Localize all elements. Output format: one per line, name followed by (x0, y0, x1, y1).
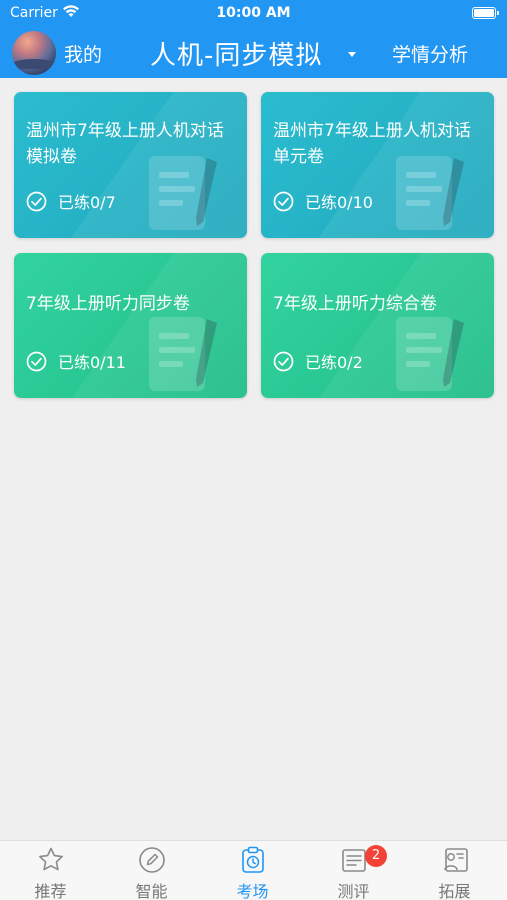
check-circle-icon (273, 191, 294, 211)
tab-label: 智能 (135, 882, 168, 900)
tab-smart[interactable]: 智能 (101, 841, 202, 900)
check-circle-icon (26, 351, 47, 371)
person-board-icon (444, 848, 468, 872)
tab-bar: 推荐 智能 考场 2 测评 拓展 (0, 840, 507, 900)
analysis-button[interactable]: 学情分析 (392, 40, 468, 67)
card-title: 温州市7年级上册人机对话单元卷 (273, 121, 471, 167)
tab-exam[interactable]: 考场 (202, 841, 303, 900)
card-title: 7年级上册听力综合卷 (273, 294, 437, 314)
check-circle-icon (273, 351, 294, 371)
card-title: 温州市7年级上册人机对话模拟卷 (26, 121, 224, 167)
tab-recommend[interactable]: 推荐 (0, 841, 101, 900)
document-list-icon (342, 849, 366, 872)
progress-label: 已练0/10 (305, 193, 373, 212)
card-progress: 已练0/2 (273, 349, 363, 373)
page-title[interactable]: 人机-同步模拟 (150, 35, 322, 72)
status-bar: Carrier 10:00 AM (0, 0, 507, 28)
card-progress: 已练0/11 (26, 349, 126, 373)
tab-label: 考场 (236, 882, 269, 900)
top-bar: Carrier 10:00 AM 我的 人机-同步模拟 学情分析 (0, 0, 507, 78)
notification-badge: 2 (365, 845, 387, 867)
check-circle-icon (26, 191, 47, 211)
avatar[interactable] (12, 31, 56, 75)
progress-label: 已练0/7 (58, 193, 116, 212)
card-progress: 已练0/10 (273, 189, 373, 213)
exam-card[interactable]: 7年级上册听力同步卷 已练0/11 (14, 253, 247, 398)
paper-pencil-icon (149, 317, 217, 391)
tab-label: 测评 (337, 882, 370, 900)
card-title: 7年级上册听力同步卷 (26, 294, 190, 314)
tab-extend[interactable]: 拓展 (404, 841, 505, 900)
card-progress: 已练0/7 (26, 189, 116, 213)
mine-button[interactable]: 我的 (64, 40, 102, 67)
nav-bar: 我的 人机-同步模拟 学情分析 (0, 28, 507, 78)
battery-icon (472, 7, 499, 19)
exam-card[interactable]: 7年级上册听力综合卷 已练0/2 (261, 253, 494, 398)
pencil-circle-icon (139, 847, 165, 873)
tab-label: 拓展 (438, 882, 471, 900)
star-icon (39, 847, 63, 871)
paper-pencil-icon (396, 317, 464, 391)
clipboard-clock-icon (242, 846, 264, 873)
exam-card[interactable]: 温州市7年级上册人机对话模拟卷 已练0/7 (14, 92, 247, 238)
tab-label: 推荐 (34, 882, 67, 900)
progress-label: 已练0/11 (58, 353, 126, 372)
exam-card[interactable]: 温州市7年级上册人机对话单元卷 已练0/10 (261, 92, 494, 238)
clock: 10:00 AM (216, 5, 291, 21)
tab-assessment[interactable]: 2 测评 (303, 841, 404, 900)
progress-label: 已练0/2 (305, 353, 363, 372)
caret-down-icon[interactable] (348, 52, 356, 57)
